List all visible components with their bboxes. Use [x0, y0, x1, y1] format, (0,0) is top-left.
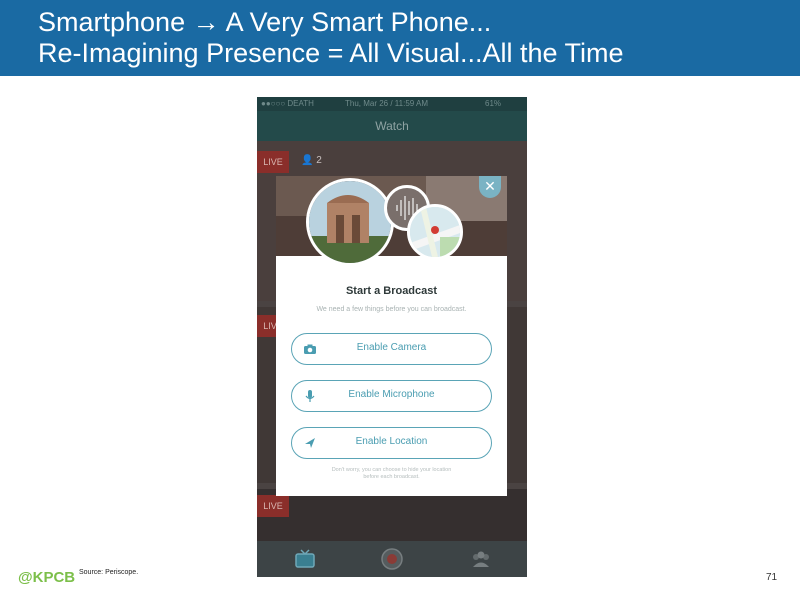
camera-record-icon[interactable] [380, 547, 404, 571]
dialog-title: Start a Broadcast [345, 285, 438, 297]
source-note: Source: Periscope. [79, 569, 139, 576]
enable-location-button[interactable]: Enable Location [291, 427, 492, 459]
note-line-1: Don't worry, you can choose to hide your… [331, 467, 452, 473]
live-badge: LIVE [257, 151, 289, 173]
close-icon: ✕ [484, 179, 496, 195]
viewer-count-value: 2 [316, 155, 322, 166]
tv-icon[interactable] [293, 547, 317, 571]
note-line-2: before each broadcast. [363, 474, 420, 480]
status-bar: ●●○○○ DEATH Thu, Mar 26 / 11:59 AM 61% [257, 97, 527, 111]
palace-photo [306, 178, 394, 266]
enable-microphone-button[interactable]: Enable Microphone [291, 380, 492, 412]
slide-title-bar: Smartphone → A Very Smart Phone... Re-Im… [0, 0, 800, 76]
live-badge: LIVE [257, 495, 289, 517]
people-icon[interactable] [469, 547, 493, 571]
feed-card[interactable]: LIVE [257, 489, 527, 549]
dialog-header-image: ✕ [276, 176, 507, 266]
start-broadcast-dialog: ✕ Start a Broadcast We need a few things… [276, 176, 507, 496]
nav-title: Watch [375, 119, 409, 133]
enable-camera-button[interactable]: Enable Camera [291, 333, 492, 365]
tab-bar [257, 541, 527, 577]
slide-title-line-1: Smartphone → A Very Smart Phone... [38, 7, 492, 37]
enable-camera-label: Enable Camera [356, 342, 427, 353]
page-number: 71 [766, 572, 778, 583]
map-pin-icon [407, 204, 463, 260]
viewer-count: 👤 2 [301, 155, 322, 166]
nav-bar: Watch [257, 111, 527, 141]
viewer-icon: 👤 [301, 155, 314, 166]
kpcb-logo: @KPCB [18, 569, 76, 586]
location-privacy-note: Don't worry, you can choose to hide your… [276, 467, 507, 481]
enable-microphone-label: Enable Microphone [348, 389, 435, 400]
enable-location-label: Enable Location [355, 436, 428, 447]
carrier-label: ●●○○○ DEATH [261, 99, 314, 108]
status-time: Thu, Mar 26 / 11:59 AM [345, 99, 429, 108]
battery-label: 61% [485, 99, 502, 108]
slide-title-line-2: Re-Imagining Presence = All Visual...All… [38, 38, 624, 68]
dialog-subtitle: We need a few things before you can broa… [316, 306, 467, 313]
close-button[interactable]: ✕ [479, 176, 501, 198]
